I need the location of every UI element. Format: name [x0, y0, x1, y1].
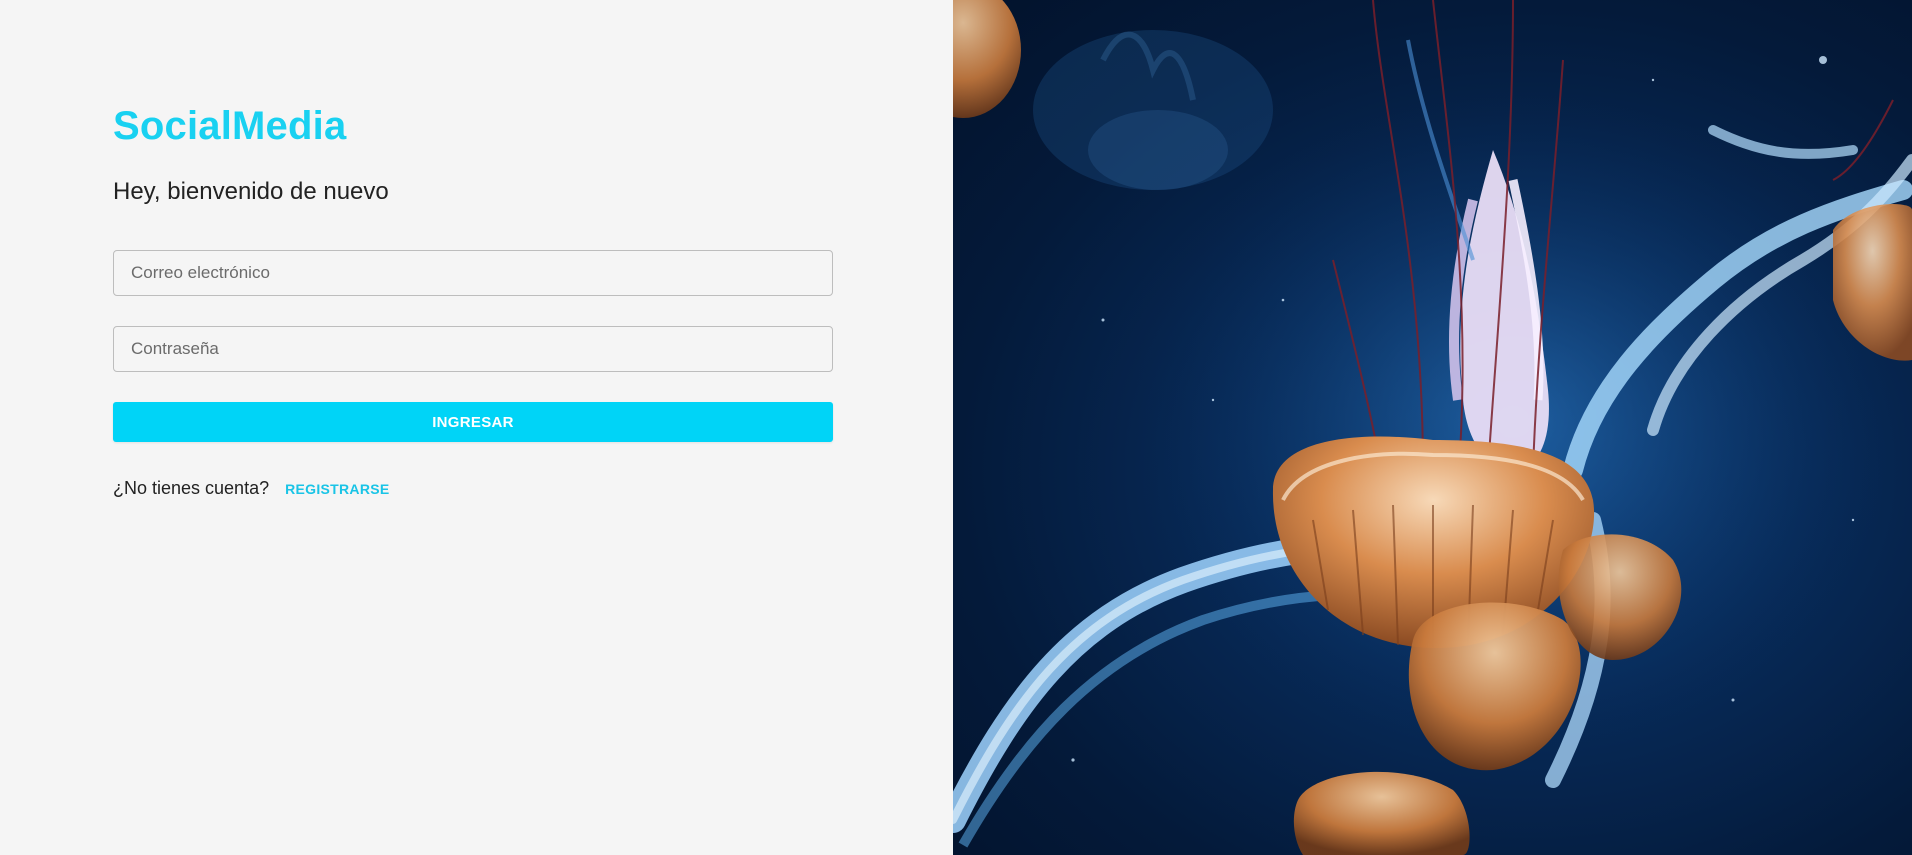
login-panel: SocialMedia Hey, bienvenido de nuevo ING… — [0, 0, 953, 855]
register-link[interactable]: REGISTRARSE — [285, 481, 389, 497]
jellyfish-illustration — [953, 0, 1912, 855]
login-button[interactable]: INGRESAR — [113, 402, 833, 442]
hero-image — [953, 0, 1912, 855]
signup-prompt: ¿No tienes cuenta? — [113, 478, 270, 498]
brand-logo: SocialMedia — [113, 104, 347, 148]
welcome-heading: Hey, bienvenido de nuevo — [113, 178, 389, 205]
login-page: SocialMedia Hey, bienvenido de nuevo ING… — [0, 0, 1912, 855]
signup-row: ¿No tienes cuenta? REGISTRARSE — [113, 478, 390, 499]
email-field[interactable] — [113, 250, 833, 296]
password-field[interactable] — [113, 326, 833, 372]
